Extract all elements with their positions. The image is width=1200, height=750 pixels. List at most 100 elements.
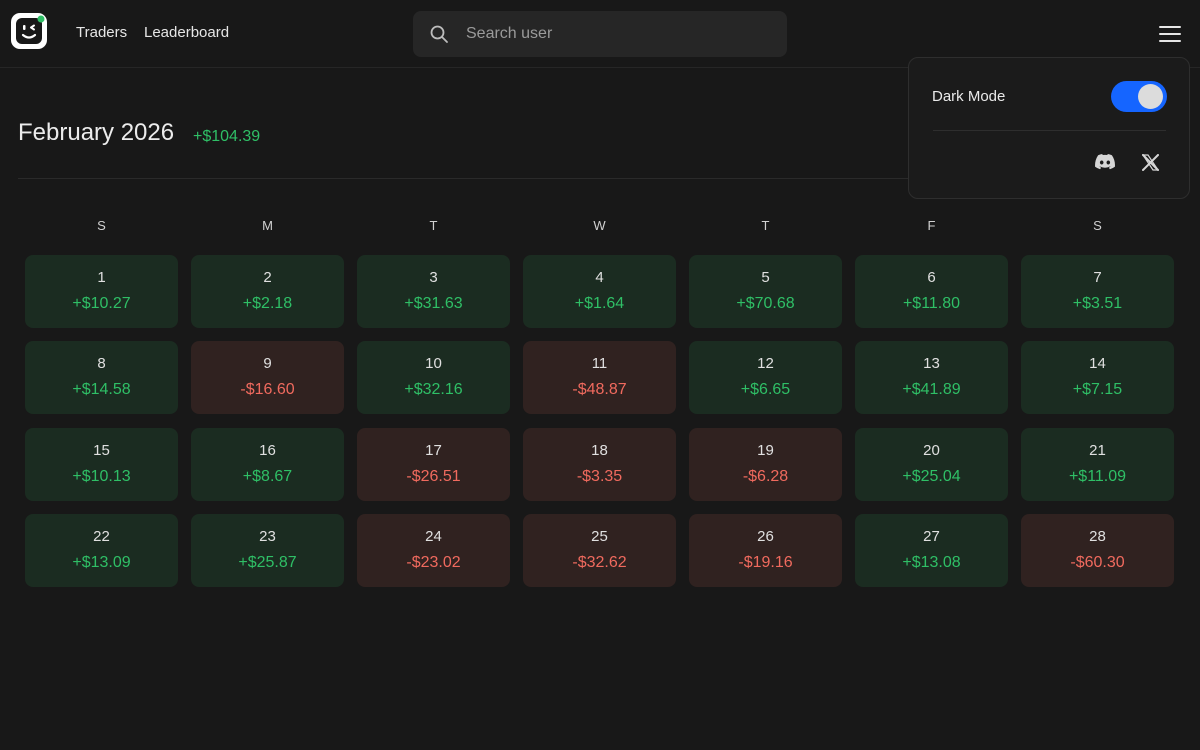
- calendar-day-cell[interactable]: 25 -$32.62: [523, 514, 676, 587]
- calendar-day-cell[interactable]: 9 -$16.60: [191, 341, 344, 414]
- day-number: 22: [93, 528, 110, 545]
- day-number: 25: [591, 528, 608, 545]
- calendar-day-cell[interactable]: 6 +$11.80: [855, 255, 1008, 328]
- day-pnl-value: -$16.60: [240, 381, 295, 398]
- calendar-day-cell[interactable]: 23 +$25.87: [191, 514, 344, 587]
- day-pnl-value: +$11.09: [1068, 468, 1127, 485]
- weekday-header: T: [761, 218, 770, 233]
- day-pnl-value: +$13.09: [72, 554, 131, 571]
- day-pnl-value: -$6.28: [742, 468, 789, 485]
- discord-icon[interactable]: [1095, 154, 1115, 170]
- calendar-day-cell[interactable]: 2 +$2.18: [191, 255, 344, 328]
- calendar-day-cell[interactable]: 5 +$70.68: [689, 255, 842, 328]
- day-number: 27: [923, 528, 940, 545]
- calendar-day-cell[interactable]: 18 -$3.35: [523, 428, 676, 501]
- calendar-day-cell[interactable]: 19 -$6.28: [689, 428, 842, 501]
- calendar-day-cell[interactable]: 11 -$48.87: [523, 341, 676, 414]
- calendar-day-cell[interactable]: 8 +$14.58: [25, 341, 178, 414]
- day-number: 28: [1089, 528, 1106, 545]
- day-pnl-value: +$11.80: [902, 295, 961, 312]
- day-number: 6: [927, 269, 936, 286]
- calendar-day-cell[interactable]: 15 +$10.13: [25, 428, 178, 501]
- day-pnl-value: -$23.02: [406, 554, 461, 571]
- calendar-day-cell[interactable]: 27 +$13.08: [855, 514, 1008, 587]
- calendar-day-cell[interactable]: 12 +$6.65: [689, 341, 842, 414]
- calendar-day-cell[interactable]: 1 +$10.27: [25, 255, 178, 328]
- day-number: 2: [263, 269, 272, 286]
- calendar-day-cell[interactable]: 13 +$41.89: [855, 341, 1008, 414]
- search-input[interactable]: [464, 11, 774, 57]
- day-number: 14: [1089, 355, 1106, 372]
- day-number: 7: [1093, 269, 1102, 286]
- calendar-day-cell[interactable]: 4 +$1.64: [523, 255, 676, 328]
- day-pnl-value: -$3.35: [576, 468, 623, 485]
- day-number: 19: [757, 442, 774, 459]
- nav-leaderboard-link[interactable]: Leaderboard: [144, 24, 229, 41]
- day-number: 18: [591, 442, 608, 459]
- x-icon[interactable]: [1141, 154, 1160, 171]
- day-number: 12: [757, 355, 774, 372]
- day-number: 17: [425, 442, 442, 459]
- day-pnl-value: -$32.62: [572, 554, 627, 571]
- calendar-day-cell[interactable]: 21 +$11.09: [1021, 428, 1174, 501]
- day-number: 3: [429, 269, 438, 286]
- calendar-day-cell[interactable]: 26 -$19.16: [689, 514, 842, 587]
- day-number: 23: [259, 528, 276, 545]
- day-pnl-value: -$26.51: [406, 468, 461, 485]
- day-number: 16: [259, 442, 276, 459]
- calendar-day-cell[interactable]: 28 -$60.30: [1021, 514, 1174, 587]
- calendar-day-cell[interactable]: 20 +$25.04: [855, 428, 1008, 501]
- day-pnl-value: +$6.65: [740, 381, 791, 398]
- day-pnl-value: -$19.16: [738, 554, 793, 571]
- day-pnl-value: +$10.27: [72, 295, 131, 312]
- day-number: 1: [97, 269, 106, 286]
- calendar-day-cell[interactable]: 14 +$7.15: [1021, 341, 1174, 414]
- day-pnl-value: +$70.68: [736, 295, 795, 312]
- dark-mode-label: Dark Mode: [932, 88, 1006, 105]
- dropdown-divider: [933, 130, 1166, 131]
- day-number: 26: [757, 528, 774, 545]
- day-pnl-value: +$25.04: [902, 468, 961, 485]
- day-pnl-value: +$13.08: [902, 554, 961, 571]
- search-icon: [429, 24, 449, 44]
- day-number: 9: [263, 355, 272, 372]
- day-pnl-value: +$2.18: [242, 295, 293, 312]
- day-number: 21: [1089, 442, 1106, 459]
- day-pnl-value: -$48.87: [572, 381, 627, 398]
- month-total-pnl: +$104.39: [193, 128, 261, 145]
- day-pnl-value: +$3.51: [1072, 295, 1123, 312]
- day-pnl-value: +$8.67: [242, 468, 293, 485]
- settings-dropdown: Dark Mode: [908, 57, 1190, 199]
- day-number: 4: [595, 269, 604, 286]
- hamburger-menu-icon[interactable]: [1158, 24, 1182, 44]
- day-number: 13: [923, 355, 940, 372]
- weekday-header: M: [262, 218, 273, 233]
- smiley-face-logo-icon[interactable]: [10, 12, 48, 50]
- day-number: 10: [425, 355, 442, 372]
- day-pnl-value: +$10.13: [72, 468, 131, 485]
- calendar-day-cell[interactable]: 16 +$8.67: [191, 428, 344, 501]
- toggle-knob: [1138, 84, 1163, 109]
- day-number: 15: [93, 442, 110, 459]
- calendar-day-cell[interactable]: 22 +$13.09: [25, 514, 178, 587]
- calendar-day-cell[interactable]: 24 -$23.02: [357, 514, 510, 587]
- day-pnl-value: +$1.64: [574, 295, 625, 312]
- day-number: 5: [761, 269, 770, 286]
- weekday-header: W: [593, 218, 606, 233]
- calendar-day-cell[interactable]: 3 +$31.63: [357, 255, 510, 328]
- calendar-day-cell[interactable]: 17 -$26.51: [357, 428, 510, 501]
- day-number: 24: [425, 528, 442, 545]
- calendar-day-cell[interactable]: 7 +$3.51: [1021, 255, 1174, 328]
- weekday-header: F: [927, 218, 936, 233]
- day-pnl-value: +$25.87: [238, 554, 297, 571]
- weekday-header: T: [429, 218, 438, 233]
- nav-traders-link[interactable]: Traders: [76, 24, 127, 41]
- weekday-header: S: [1093, 218, 1102, 233]
- day-number: 11: [591, 355, 608, 372]
- day-pnl-value: +$31.63: [404, 295, 463, 312]
- day-pnl-value: +$14.58: [72, 381, 131, 398]
- dark-mode-toggle[interactable]: [1111, 81, 1167, 112]
- day-pnl-value: +$7.15: [1072, 381, 1123, 398]
- day-pnl-value: +$32.16: [404, 381, 463, 398]
- calendar-day-cell[interactable]: 10 +$32.16: [357, 341, 510, 414]
